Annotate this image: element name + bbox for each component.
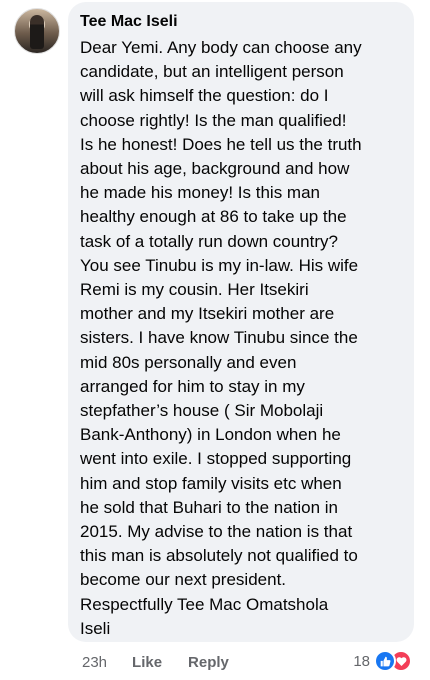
- comment-line: he made his money! Is this man: [80, 183, 321, 203]
- comment-line: Is he honest! Does he tell us the truth: [80, 134, 362, 154]
- avatar-figure: [30, 15, 44, 49]
- comment-line: Dear Yemi. Any body can choose any: [80, 38, 362, 57]
- comment-line: choose rightly! Is the man qualified!: [80, 110, 347, 130]
- comment-line: Remi is my cousin. Her Itsekiri: [80, 280, 309, 300]
- reply-button[interactable]: Reply: [188, 654, 229, 671]
- timestamp[interactable]: 23h: [82, 654, 107, 671]
- avatar[interactable]: [14, 8, 60, 54]
- comment-line: arranged for him to stay in my: [80, 376, 305, 396]
- comment-line: sisters. I have know Tinubu since the: [80, 328, 358, 348]
- reaction-count: 18: [353, 652, 370, 670]
- like-icon: [374, 650, 396, 672]
- comment-line: candidate, but an intelligent person: [80, 62, 344, 82]
- comment-text: Dear Yemi. Any body can choose any candi…: [80, 36, 402, 641]
- comment-line: mid 80s personally and even: [80, 352, 297, 372]
- comment-line: task of a totally run down country?: [80, 231, 338, 251]
- reaction-summary[interactable]: 18: [353, 650, 412, 672]
- comment-line: Iseli: [80, 618, 111, 638]
- comment-line: he sold that Buhari to the nation in: [80, 497, 339, 517]
- like-button[interactable]: Like: [132, 654, 162, 671]
- comment-line: become our next president.: [80, 570, 287, 590]
- comment-line: healthy enough at 86 to take up the: [80, 207, 347, 227]
- comment-line: will ask himself the question: do I: [80, 86, 329, 106]
- comment-author[interactable]: Tee Mac Iseli: [80, 12, 402, 32]
- comment-line: about his age, background and how: [80, 159, 350, 179]
- comment-actions: 23h Like Reply: [82, 654, 255, 671]
- comment-bubble: Tee Mac Iseli Dear Yemi. Any body can ch…: [68, 2, 414, 642]
- comment-line: stepfather’s house ( Sir Mobolaji: [80, 401, 324, 421]
- comment-line: You see Tinubu is my in-law. His wife: [80, 255, 359, 275]
- comment-line: Respectfully Tee Mac Omatshola: [80, 594, 329, 614]
- comment-line: 2015. My advise to the nation is that: [80, 522, 353, 542]
- comment-line: Bank-Anthony) in London when he: [80, 425, 341, 445]
- comment-line: him and stop family visits etc when: [80, 473, 342, 493]
- comment-line: this man is absolutely not qualified to: [80, 546, 358, 566]
- comment-line: mother and my Itsekiri mother are: [80, 304, 335, 324]
- comment-line: went into exile. I stopped supporting: [80, 449, 352, 469]
